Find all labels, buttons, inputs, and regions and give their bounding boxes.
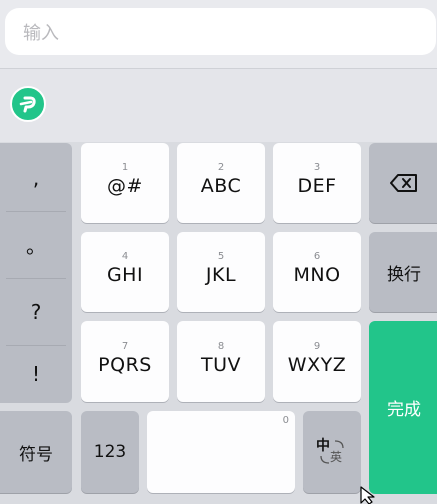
ime-logo-icon[interactable] [10, 86, 46, 122]
done-button[interactable]: 完成 [369, 321, 437, 494]
key-2[interactable]: 2 ABC [177, 143, 265, 223]
key-9[interactable]: 9 WXYZ [273, 321, 361, 402]
punc-label: ? [30, 299, 42, 324]
key-number: 1 [121, 162, 129, 173]
key-7[interactable]: 7 PQRS [81, 321, 169, 402]
language-switch-button[interactable]: 中 英 [303, 411, 361, 493]
key-8[interactable]: 8 TUV [177, 321, 265, 402]
punc-label: , [32, 165, 40, 190]
key-label: WXYZ [287, 353, 347, 376]
input-placeholder: 输入 [23, 22, 59, 44]
numbers-button[interactable]: 123 [81, 411, 139, 493]
mouse-cursor-icon [360, 486, 375, 504]
key-label: GHI [106, 264, 144, 286]
punc-key-period[interactable]: 。 [0, 212, 72, 277]
backspace-button[interactable] [369, 143, 437, 223]
key-4[interactable]: 4 GHI [81, 232, 169, 312]
punc-label: ! [31, 362, 41, 386]
key-number: 4 [121, 251, 129, 262]
key-6[interactable]: 6 MNO [273, 232, 361, 312]
key-label: TUV [200, 353, 241, 376]
space-key[interactable]: 0 [147, 411, 295, 493]
key-label: MNO [293, 264, 341, 286]
key-number: 5 [217, 251, 225, 262]
key-5[interactable]: 5 JKL [177, 232, 265, 312]
punc-key-question[interactable]: ? [0, 279, 72, 344]
key-number: 7 [121, 340, 129, 352]
key-label: PQRS [98, 353, 152, 376]
language-switch-icon: 中 英 [316, 437, 348, 467]
key-number: 8 [217, 340, 225, 352]
backspace-icon [390, 174, 417, 192]
key-number: 0 [282, 415, 289, 426]
key-label: JKL [205, 264, 237, 286]
numbers-label: 123 [93, 442, 127, 462]
symbols-label: 符号 [19, 444, 53, 465]
punc-key-exclaim[interactable]: ! [0, 346, 72, 402]
key-number: 6 [313, 251, 321, 262]
suggestion-bar [0, 69, 437, 142]
key-number: 2 [217, 162, 225, 173]
text-input[interactable]: 输入 [5, 8, 436, 55]
key-label: ABC [200, 175, 242, 197]
newline-button[interactable]: 换行 [369, 232, 437, 312]
key-number: 3 [313, 162, 321, 173]
key-1[interactable]: 1 @# [81, 143, 169, 223]
done-label: 完成 [387, 400, 421, 420]
key-label: DEF [297, 175, 337, 197]
key-label: @# [107, 175, 143, 197]
key-number: 9 [313, 340, 321, 352]
symbols-button[interactable]: 符号 [0, 411, 72, 493]
punc-key-comma[interactable]: , [0, 145, 72, 210]
newline-label: 换行 [387, 264, 421, 285]
key-3[interactable]: 3 DEF [273, 143, 361, 223]
punc-label: 。 [26, 234, 46, 258]
swap-arrows-icon [320, 440, 344, 464]
